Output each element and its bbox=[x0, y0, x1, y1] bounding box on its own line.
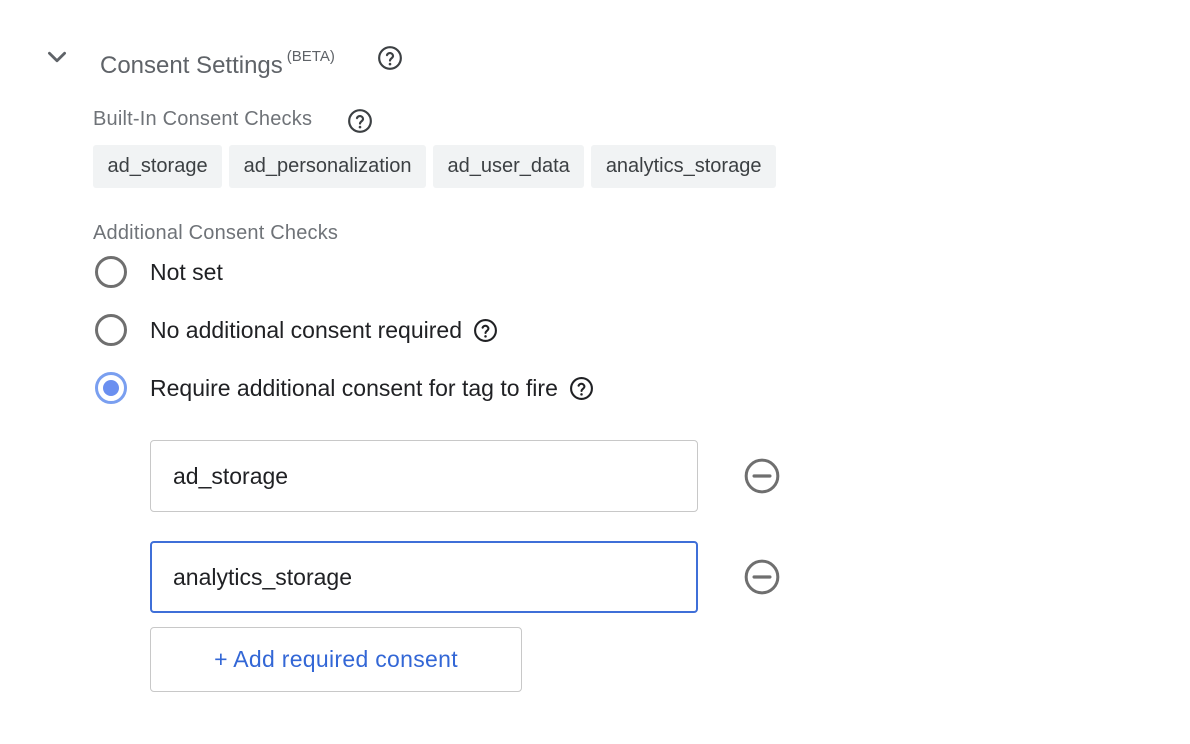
radio-option-require-additional-consent[interactable]: Require additional consent for tag to fi… bbox=[95, 370, 594, 406]
required-consent-input-focused[interactable] bbox=[150, 541, 698, 613]
chevron-down-icon[interactable] bbox=[44, 44, 70, 70]
radio-button-selected[interactable] bbox=[95, 372, 127, 404]
help-icon[interactable] bbox=[473, 318, 498, 343]
radio-label: Require additional consent for tag to fi… bbox=[150, 374, 558, 401]
consent-chip: analytics_storage bbox=[591, 145, 776, 188]
consent-chip: ad_storage bbox=[93, 145, 223, 188]
remove-circle-icon[interactable] bbox=[743, 457, 781, 495]
remove-circle-icon[interactable] bbox=[743, 558, 781, 596]
radio-label: Not set bbox=[150, 258, 223, 285]
help-icon[interactable] bbox=[347, 108, 373, 134]
consent-settings-panel: Consent Settings (BETA) Built-In Consent … bbox=[0, 0, 1190, 744]
section-title-text: Consent Settings bbox=[100, 52, 283, 79]
additional-consent-label: Additional Consent Checks bbox=[93, 222, 339, 244]
radio-label: No additional consent required bbox=[150, 316, 462, 343]
help-icon[interactable] bbox=[377, 45, 403, 71]
radio-option-no-additional-consent[interactable]: No additional consent required bbox=[95, 312, 498, 348]
builtin-consent-chips: ad_storage ad_personalization ad_user_da… bbox=[93, 145, 776, 188]
radio-option-not-set[interactable]: Not set bbox=[95, 254, 223, 290]
help-icon[interactable] bbox=[569, 376, 594, 401]
section-title: Consent Settings (BETA) bbox=[100, 42, 335, 81]
consent-chip: ad_personalization bbox=[229, 145, 426, 188]
add-required-consent-button[interactable]: + Add required consent bbox=[150, 627, 522, 692]
radio-button[interactable] bbox=[95, 256, 127, 288]
builtin-consent-label: Built-In Consent Checks bbox=[93, 108, 313, 130]
beta-badge: (BETA) bbox=[286, 48, 335, 65]
required-consent-input[interactable] bbox=[150, 440, 698, 512]
radio-button[interactable] bbox=[95, 314, 127, 346]
consent-chip: ad_user_data bbox=[432, 145, 585, 188]
